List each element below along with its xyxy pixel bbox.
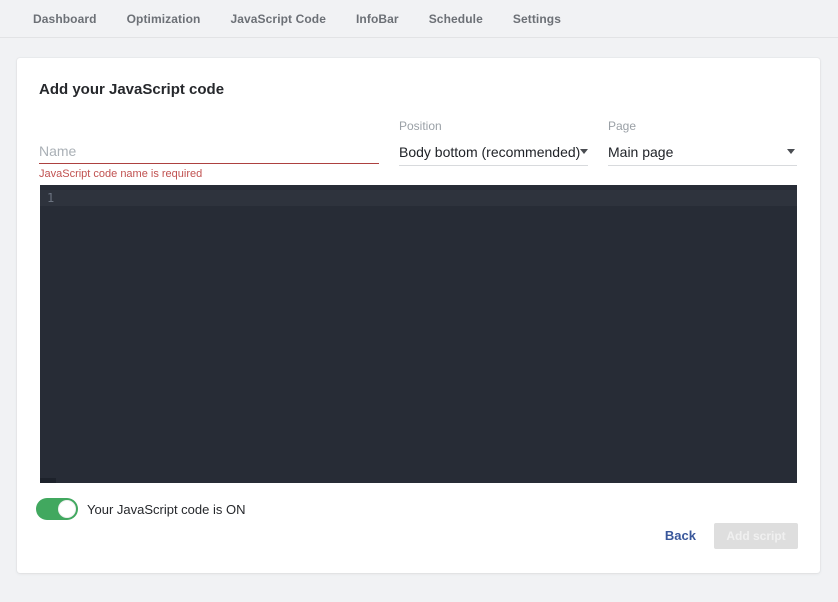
- script-name-input[interactable]: [39, 138, 379, 164]
- back-button[interactable]: Back: [655, 522, 706, 549]
- name-required-error: JavaScript code name is required: [39, 168, 202, 180]
- position-select[interactable]: Body bottom (recommended): [399, 138, 588, 166]
- nav-item-optimization[interactable]: Optimization: [127, 12, 201, 26]
- nav-item-javascript-code[interactable]: JavaScript Code: [230, 12, 326, 26]
- editor-line-number: 1: [47, 191, 54, 205]
- chevron-down-icon: [787, 149, 795, 154]
- toggle-knob: [58, 500, 76, 518]
- position-select-value: Body bottom (recommended): [399, 144, 580, 160]
- page-select-value: Main page: [608, 144, 673, 160]
- js-code-on-toggle[interactable]: [36, 498, 78, 520]
- editor-scrollbar[interactable]: [40, 478, 56, 483]
- add-javascript-code-panel: Add your JavaScript code JavaScript code…: [17, 58, 820, 573]
- nav-item-settings[interactable]: Settings: [513, 12, 561, 26]
- add-script-button[interactable]: Add script: [714, 523, 798, 549]
- toggle-row: Your JavaScript code is ON: [36, 498, 245, 520]
- top-navigation: Dashboard Optimization JavaScript Code I…: [0, 0, 838, 38]
- nav-item-schedule[interactable]: Schedule: [429, 12, 483, 26]
- code-editor[interactable]: 1: [40, 185, 797, 483]
- editor-active-line: [40, 190, 797, 206]
- footer-actions: Back Add script: [655, 522, 798, 549]
- toggle-label: Your JavaScript code is ON: [87, 502, 245, 517]
- page-title: Add your JavaScript code: [39, 81, 224, 98]
- nav-item-infobar[interactable]: InfoBar: [356, 12, 399, 26]
- page-label: Page: [608, 119, 636, 133]
- position-label: Position: [399, 119, 442, 133]
- nav-item-dashboard[interactable]: Dashboard: [33, 12, 97, 26]
- page-select[interactable]: Main page: [608, 138, 797, 166]
- chevron-down-icon: [580, 149, 588, 154]
